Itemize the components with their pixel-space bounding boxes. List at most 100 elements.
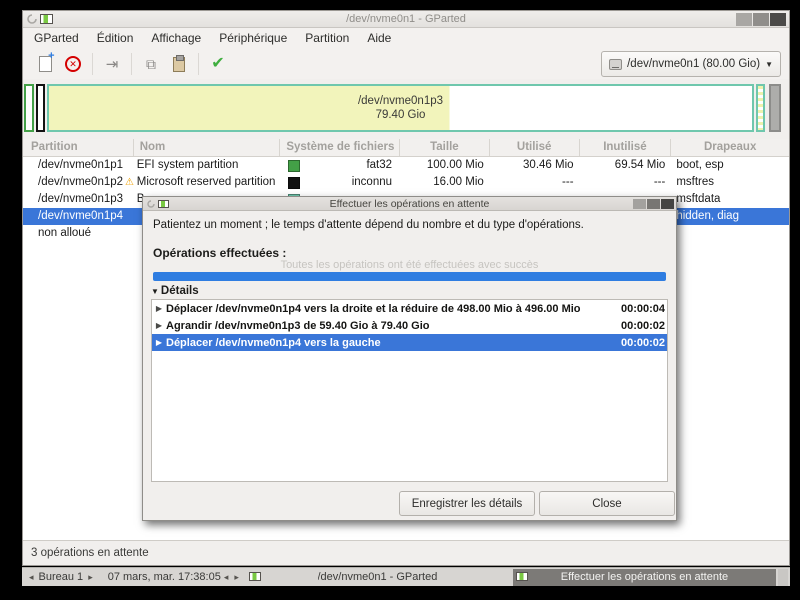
device-selector-dropdown[interactable]: /dev/nvme0n1 (80.00 Gio) ▼ — [601, 51, 781, 77]
visual-partition-size: 79.40 Gio — [375, 109, 426, 121]
partition-path: non alloué — [38, 227, 92, 239]
close-dialog-button[interactable]: Close — [539, 491, 675, 516]
toolbar-separator — [198, 53, 199, 75]
header-taille[interactable]: Taille — [400, 139, 490, 156]
minimize-button[interactable] — [736, 13, 752, 26]
table-row-nvme0n1p1[interactable]: /dev/nvme0n1p1 EFI system partition fat3… — [23, 157, 789, 174]
header-partition[interactable]: Partition — [23, 139, 134, 156]
chevron-right-icon[interactable]: ▶ — [152, 338, 166, 347]
menu-partition[interactable]: Partition — [296, 28, 358, 49]
fs-type: inconnu — [351, 176, 393, 188]
partition-size: 16.00 Mio — [433, 176, 484, 188]
maximize-button[interactable] — [753, 13, 769, 26]
operation-row-selected[interactable]: ▶ Déplacer /dev/nvme0n1p4 vers la gauche… — [152, 334, 667, 351]
operation-text: Agrandir /dev/nvme0n1p3 de 59.40 Gio à 7… — [166, 319, 430, 332]
dialog-button-row: Enregistrer les détails Close — [143, 491, 676, 517]
visual-partition-nvme0n1p1[interactable] — [24, 84, 34, 132]
copy-button[interactable]: ⧉ — [137, 51, 165, 77]
partition-path: /dev/nvme0n1p3 — [38, 193, 124, 205]
partition-name: Microsoft reserved partition — [136, 176, 276, 188]
visual-partition-label: /dev/nvme0n1p3 — [357, 95, 444, 107]
details-expander[interactable]: ▼ Détails — [151, 285, 199, 297]
screen-background: /dev/nvme0n1 - GParted GParted Édition A… — [0, 0, 800, 600]
gparted-app-icon — [158, 199, 169, 208]
resize-move-icon: ⇥ — [105, 55, 119, 73]
delete-icon: ✕ — [65, 56, 81, 72]
operations-details-list: ▶ Déplacer /dev/nvme0n1p4 vers la droite… — [151, 299, 668, 482]
taskbar-item-gparted[interactable]: /dev/nvme0n1 - GParted — [245, 568, 509, 586]
window-controls — [736, 13, 786, 26]
dialog-maximize-button[interactable] — [647, 199, 660, 209]
menu-peripherique[interactable]: Périphérique — [210, 28, 296, 49]
status-bar: 3 opérations en attente — [23, 540, 789, 565]
partition-used: --- — [562, 176, 574, 188]
menu-aide[interactable]: Aide — [358, 28, 400, 49]
menu-gparted[interactable]: GParted — [25, 28, 88, 49]
visual-partition-nvme0n1p4[interactable] — [756, 84, 765, 132]
save-details-button[interactable]: Enregistrer les détails — [399, 491, 535, 516]
partition-size: 100.00 Mio — [426, 159, 484, 171]
resize-move-button[interactable]: ⇥ — [98, 51, 126, 77]
paste-icon — [173, 54, 185, 72]
warning-icon: ⚠ — [125, 176, 134, 188]
operation-row[interactable]: ▶ Agrandir /dev/nvme0n1p3 de 59.40 Gio à… — [152, 317, 667, 334]
chevron-right-icon[interactable]: ▶ — [152, 304, 166, 313]
table-row-nvme0n1p2[interactable]: /dev/nvme0n1p2 ⚠ Microsoft reserved parti… — [23, 174, 789, 191]
taskbar-handle[interactable] — [778, 568, 788, 586]
copy-icon: ⧉ — [146, 56, 156, 72]
header-inutilise[interactable]: Inutilisé — [580, 139, 672, 156]
toolbar-separator — [131, 53, 132, 75]
workspace-label[interactable]: Bureau 1 — [37, 571, 86, 583]
dialog-close-button[interactable] — [661, 199, 674, 209]
chevron-down-icon: ▼ — [765, 59, 773, 69]
window-titlebar[interactable]: /dev/nvme0n1 - GParted — [23, 11, 789, 28]
new-partition-button[interactable] — [31, 50, 59, 77]
gparted-app-icon — [40, 14, 53, 24]
chevron-right-icon[interactable]: ▶ — [152, 321, 166, 330]
close-button[interactable] — [770, 13, 786, 26]
visual-partition-nvme0n1p2[interactable] — [36, 84, 45, 132]
delete-partition-button[interactable]: ✕ — [59, 51, 87, 77]
visual-partition-unallocated[interactable] — [769, 84, 781, 132]
header-drapeaux[interactable]: Drapeaux — [671, 139, 789, 156]
dialog-titlebar[interactable]: Effectuer les opérations en attente — [143, 197, 676, 211]
chevron-down-icon: ▼ — [151, 286, 159, 296]
workspace-next-icon[interactable]: ▸ — [85, 572, 96, 583]
apply-check-icon: ✔ — [211, 55, 225, 72]
fs-color-swatch — [288, 176, 301, 189]
paste-button[interactable] — [165, 51, 193, 77]
progress-status-text: Toutes les opérations ont été effectuées… — [280, 259, 539, 271]
disk-visual-bar: /dev/nvme0n1p3 79.40 Gio — [23, 79, 789, 139]
details-label: Détails — [160, 285, 199, 297]
partition-path: /dev/nvme0n1p1 — [38, 159, 124, 171]
operations-completed-label: Opérations effectuées : — [153, 246, 287, 260]
taskbar-item-apply-operations[interactable]: Effectuer les opérations en attente — [512, 568, 776, 586]
progress-bar — [153, 272, 666, 281]
partition-flags: msftres — [676, 176, 715, 188]
header-nom[interactable]: Nom — [134, 139, 281, 156]
header-systeme-fichiers[interactable]: Système de fichiers — [280, 139, 401, 156]
clock-prev-icon[interactable]: ◂ — [221, 572, 232, 583]
menu-bar: GParted Édition Affichage Périphérique P… — [23, 28, 789, 49]
toolbar: ✕ ⇥ ⧉ ✔ /dev/nvme0n1 (80.00 Gio) ▼ — [23, 49, 789, 79]
debian-swirl-icon — [27, 14, 37, 24]
operation-time: 00:00:02 — [621, 319, 666, 332]
header-utilise[interactable]: Utilisé — [490, 139, 580, 156]
apply-operations-dialog: Effectuer les opérations en attente Pati… — [142, 196, 677, 521]
apply-button[interactable]: ✔ — [204, 51, 232, 77]
clock-next-icon[interactable]: ▸ — [231, 572, 242, 583]
partition-path: /dev/nvme0n1p4 — [38, 210, 124, 222]
taskbar-item-label: Effectuer les opérations en attente — [560, 571, 729, 583]
visual-partition-nvme0n1p3[interactable]: /dev/nvme0n1p3 79.40 Gio — [47, 84, 754, 132]
fs-color-swatch — [288, 159, 301, 172]
operation-row[interactable]: ▶ Déplacer /dev/nvme0n1p4 vers la droite… — [152, 300, 667, 317]
menu-affichage[interactable]: Affichage — [142, 28, 210, 49]
debian-swirl-icon — [147, 199, 155, 208]
fs-type: fat32 — [366, 159, 393, 171]
partition-unused: --- — [653, 176, 666, 188]
partition-used: 30.46 Mio — [523, 159, 574, 171]
dialog-minimize-button[interactable] — [633, 199, 646, 209]
operation-text: Déplacer /dev/nvme0n1p4 vers la gauche — [166, 336, 381, 349]
workspace-prev-icon[interactable]: ◂ — [26, 572, 37, 583]
menu-edition[interactable]: Édition — [88, 28, 143, 49]
